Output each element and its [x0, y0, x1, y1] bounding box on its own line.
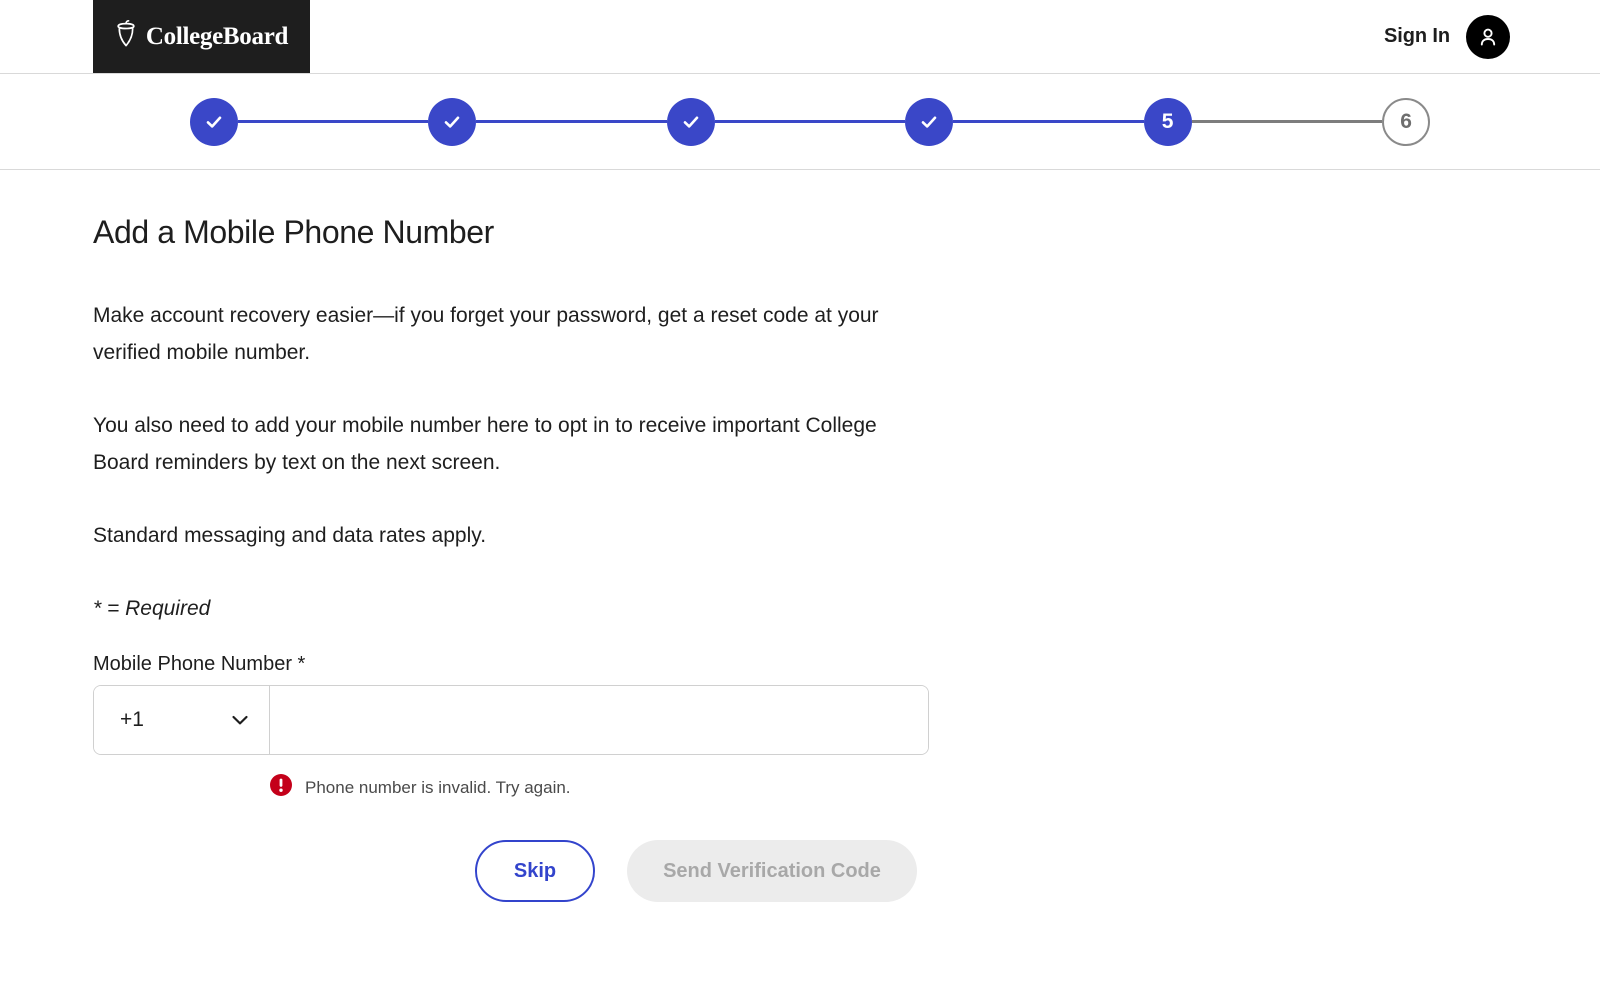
country-code-value: +1: [120, 708, 144, 731]
logo-wordmark: CollegeBoard: [145, 22, 289, 50]
user-avatar-icon[interactable]: [1466, 14, 1510, 59]
check-icon: [921, 116, 937, 128]
header-actions: Sign In: [1384, 0, 1510, 73]
stepper-track: 5 6: [190, 97, 1431, 146]
country-code-select[interactable]: +1: [94, 686, 270, 754]
check-icon: [683, 116, 699, 128]
phone-field-group: Mobile Phone Number * +1 Phone number is…: [93, 653, 1600, 802]
chevron-down-icon: [231, 714, 249, 726]
step-3-complete[interactable]: [666, 97, 715, 146]
step-connector-5-6: [1191, 120, 1383, 123]
step-5-current[interactable]: 5: [1143, 97, 1192, 146]
site-header: CollegeBoard Sign In: [0, 0, 1600, 74]
error-exclamation-icon: [269, 773, 293, 802]
page-title: Add a Mobile Phone Number: [93, 214, 494, 250]
intro-copy: Make account recovery easier—if you forg…: [93, 297, 893, 627]
step-connector-4-5: [953, 120, 1144, 123]
acorn-icon: [115, 20, 137, 53]
step-4-complete[interactable]: [905, 97, 954, 146]
collegeboard-logo[interactable]: CollegeBoard: [93, 0, 310, 73]
check-icon: [206, 116, 222, 128]
form-actions: Skip Send Verification Code: [475, 840, 1600, 902]
skip-button[interactable]: Skip: [475, 840, 595, 902]
paragraph-recovery: Make account recovery easier—if you forg…: [93, 304, 879, 364]
phone-input-row: +1: [93, 685, 929, 755]
step-connector-3-4: [714, 120, 906, 123]
phone-field-label: Mobile Phone Number *: [93, 653, 306, 675]
step-connector-1-2: [238, 120, 429, 123]
phone-number-input[interactable]: [270, 686, 928, 754]
paragraph-rates: Standard messaging and data rates apply.: [93, 524, 487, 547]
error-text: Phone number is invalid. Try again.: [305, 777, 571, 797]
send-verification-code-button[interactable]: Send Verification Code: [627, 840, 917, 902]
required-legend: * = Required: [93, 597, 211, 620]
check-icon: [445, 116, 460, 128]
main-content: Add a Mobile Phone Number Make account r…: [0, 170, 1600, 902]
step-6-upcoming[interactable]: 6: [1382, 97, 1431, 146]
step-1-complete[interactable]: [190, 97, 238, 146]
progress-stepper: 5 6: [0, 74, 1600, 170]
step-2-complete[interactable]: [428, 97, 477, 146]
step-connector-2-3: [476, 120, 667, 123]
phone-error-message: Phone number is invalid. Try again.: [269, 773, 1600, 802]
sign-in-link[interactable]: Sign In: [1384, 25, 1450, 48]
paragraph-optin: You also need to add your mobile number …: [93, 414, 877, 474]
